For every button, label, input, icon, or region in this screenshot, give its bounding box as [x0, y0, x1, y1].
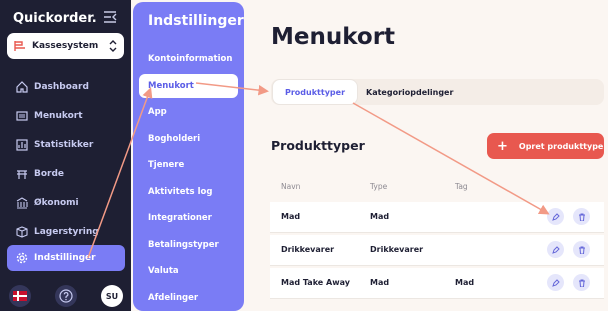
table-row[interactable]: Drikkevarer Drikkevarer — [270, 235, 604, 266]
help-icon — [59, 289, 73, 303]
create-button-label: Opret produkttype — [518, 141, 604, 151]
delete-button[interactable] — [573, 241, 590, 258]
settings-item-app[interactable]: App — [139, 99, 238, 126]
sidebar-item-lagerstyring[interactable]: Lagerstyring — [7, 217, 125, 246]
brand-logo: Quickorder. — [13, 11, 97, 26]
pencil-icon — [551, 212, 560, 221]
settings-item-kontoinformation[interactable]: Kontoinformation — [139, 46, 238, 73]
chart-icon — [16, 138, 28, 151]
cell-type: Drikkevarer — [370, 245, 424, 254]
box-icon — [16, 225, 28, 238]
collapse-sidebar-icon[interactable] — [103, 11, 117, 23]
tab-kategoriopdelinger[interactable]: Kategoriopdelinger — [366, 79, 453, 105]
column-header-tag: Tag — [455, 182, 468, 191]
sidebar-item-label: Menukort — [34, 110, 83, 121]
section-title: Produkttyper — [271, 138, 365, 153]
settings-item-betalingstyper[interactable]: Betalingstyper — [139, 232, 238, 259]
sidebar-item-label: Indstillinger — [34, 253, 96, 263]
kassesystem-icon — [14, 41, 25, 51]
delete-button[interactable] — [573, 274, 590, 291]
danish-flag-icon — [13, 291, 27, 301]
edit-button[interactable] — [547, 241, 564, 258]
home-icon — [16, 80, 28, 93]
sidebar-item-menukort[interactable]: Menukort — [7, 101, 125, 130]
language-button[interactable] — [9, 285, 31, 307]
bank-icon — [16, 196, 28, 209]
gear-icon — [16, 252, 28, 264]
settings-title: Indstillinger — [148, 13, 244, 29]
settings-item-aktivitets-log[interactable]: Aktivitets log — [139, 179, 238, 206]
pencil-icon — [551, 278, 560, 287]
edit-button[interactable] — [547, 274, 564, 291]
menu-card-icon — [16, 110, 28, 121]
settings-panel: Indstillinger Kontoinformation Menukort … — [133, 2, 244, 311]
sidebar-item-dashboard[interactable]: Dashboard — [7, 72, 125, 101]
sidebar-item-label: Borde — [34, 168, 65, 179]
edit-button[interactable] — [547, 208, 564, 225]
cell-type: Mad — [370, 212, 390, 221]
settings-item-tjenere[interactable]: Tjenere — [139, 152, 238, 179]
sidebar-nav: Dashboard Menukort Statistikker Borde Øk… — [7, 72, 125, 271]
table-icon — [17, 169, 27, 179]
sidebar-item-label: Dashboard — [34, 81, 89, 92]
table-header: Navn Type Tag — [270, 175, 604, 199]
main-sidebar: Quickorder. Kassesystem Dashboard Menuko… — [0, 0, 131, 311]
sidebar-item-label: Økonomi — [34, 197, 79, 208]
sidebar-item-okonomi[interactable]: Økonomi — [7, 188, 125, 217]
system-select[interactable]: Kassesystem — [7, 33, 124, 59]
sidebar-footer: SU — [0, 283, 131, 311]
sidebar-item-statistikker[interactable]: Statistikker — [7, 130, 125, 159]
cell-name: Mad — [281, 212, 301, 221]
sidebar-item-borde[interactable]: Borde — [7, 159, 125, 188]
sidebar-item-indstillinger[interactable]: Indstillinger — [7, 245, 125, 271]
column-header-type: Type — [370, 182, 388, 191]
tab-bar: Produkttyper Kategoriopdelinger — [271, 79, 604, 105]
settings-item-afdelinger[interactable]: Afdelinger — [139, 285, 238, 311]
system-select-value: Kassesystem — [32, 41, 99, 51]
tab-produkttyper[interactable]: Produkttyper — [272, 79, 359, 105]
table-row[interactable]: Mad Take Away Mad Mad — [270, 268, 604, 299]
sidebar-item-label: Statistikker — [34, 139, 94, 150]
trash-icon — [578, 213, 585, 221]
pencil-icon — [551, 245, 560, 254]
product-types-table: Navn Type Tag Mad Mad Drikkevarer Drikke… — [270, 175, 604, 299]
table-row[interactable]: Mad Mad — [270, 202, 604, 233]
settings-item-bogholderi[interactable]: Bogholderi — [139, 126, 238, 153]
plus-icon: + — [497, 138, 508, 154]
settings-item-integrationer[interactable]: Integrationer — [139, 205, 238, 232]
trash-icon — [578, 246, 585, 254]
chevron-updown-icon — [109, 40, 117, 52]
main-content: Menukort Produkttyper Kategoriopdelinger… — [246, 0, 608, 311]
cell-name: Mad Take Away — [281, 278, 350, 287]
sidebar-item-label: Lagerstyring — [34, 226, 99, 237]
settings-item-valuta[interactable]: Valuta — [139, 258, 238, 285]
create-product-type-button[interactable]: + Opret produkttype — [487, 133, 604, 159]
cell-name: Drikkevarer — [281, 245, 335, 254]
cell-type: Mad — [370, 278, 390, 287]
delete-button[interactable] — [573, 208, 590, 225]
settings-item-menukort[interactable]: Menukort — [139, 73, 238, 98]
settings-list: Kontoinformation Menukort App Bogholderi… — [139, 46, 238, 311]
column-header-navn: Navn — [281, 182, 301, 191]
trash-icon — [578, 279, 585, 287]
page-title: Menukort — [271, 24, 396, 50]
avatar[interactable]: SU — [101, 285, 123, 307]
cell-tag: Mad — [455, 278, 475, 287]
help-button[interactable] — [55, 285, 77, 307]
